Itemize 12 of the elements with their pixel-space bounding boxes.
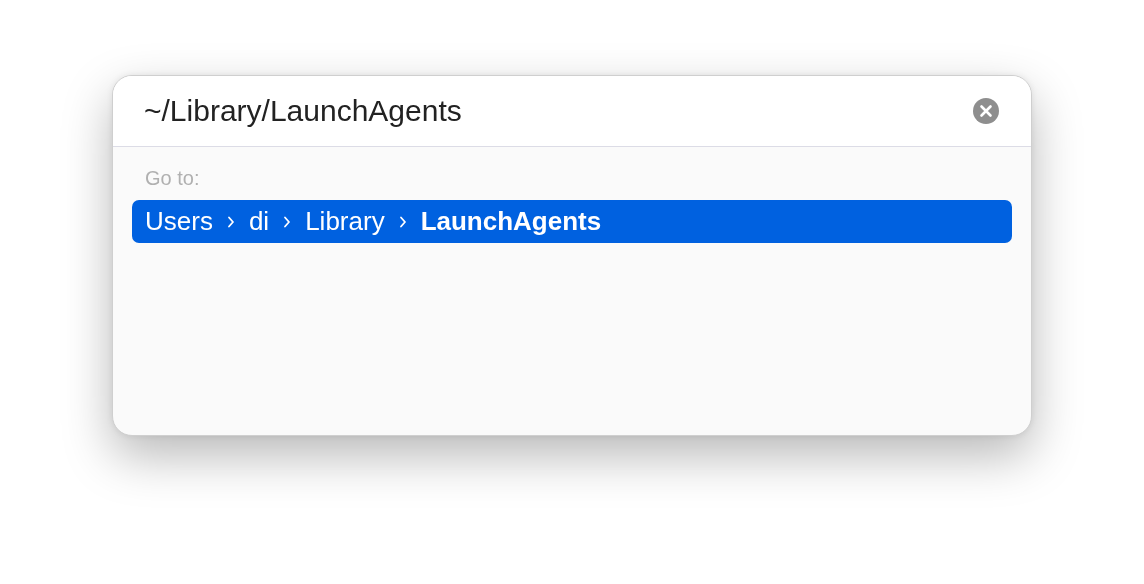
path-label: Users — [145, 206, 213, 237]
chevron-icon — [398, 215, 407, 228]
chevron-icon — [226, 215, 235, 228]
path-label: di — [248, 206, 270, 237]
clear-icon[interactable] — [972, 97, 1000, 125]
section-label: Go to: — [144, 167, 201, 190]
path-result-row[interactable]: Users di Library LaunchAgents — [132, 200, 1012, 243]
chevron-icon — [283, 215, 292, 228]
path-field[interactable]: ~/Library/LaunchAgents — [113, 76, 1031, 147]
path-label: LaunchAgents — [420, 206, 602, 237]
path-label: Library — [305, 206, 385, 237]
path-input[interactable]: ~/Library/LaunchAgents — [144, 94, 972, 128]
